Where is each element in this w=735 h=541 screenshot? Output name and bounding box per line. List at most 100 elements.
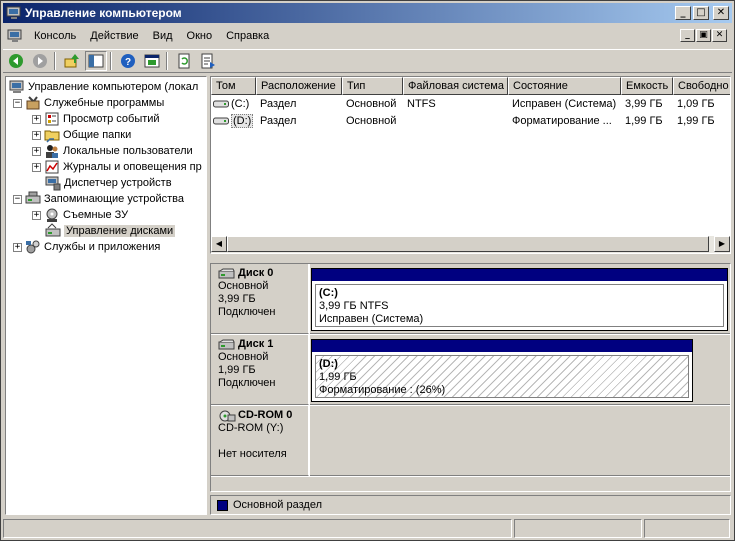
menu-window[interactable]: Окно (180, 30, 220, 42)
console-window-icon[interactable] (7, 29, 23, 43)
cdrom-0-name: CD-ROM 0 (218, 409, 304, 422)
expand-toggle[interactable]: + (32, 210, 41, 220)
show-hide-tree-button[interactable] (85, 51, 107, 71)
close-button[interactable]: ✕ (713, 6, 729, 20)
column-type[interactable]: Тип (342, 77, 403, 95)
minimize-button[interactable]: _ (675, 6, 691, 20)
expand-toggle[interactable]: + (32, 146, 41, 156)
partition-c-body: (C:) 3,99 ГБ NTFS Исправен (Система) (315, 284, 724, 327)
volume-cell: (D:) (211, 114, 256, 128)
tree-item-services-apps[interactable]: + Службы и приложения (13, 239, 160, 255)
partition-c-label: (C:) (319, 287, 338, 299)
cdrom-0-info[interactable]: CD-ROM 0 CD-ROM (Y:) Нет носителя (211, 406, 309, 476)
forward-button[interactable] (29, 51, 51, 71)
expand-toggle[interactable]: + (32, 114, 41, 124)
column-free-space[interactable]: Свободно (673, 77, 730, 95)
disk-view-bottom (211, 477, 730, 491)
partition-d-detail: 1,99 ГБ (319, 371, 357, 383)
properties-icon (144, 54, 160, 68)
partition-d-body: (D:) 1,99 ГБ Форматирование : (26%) (315, 355, 689, 398)
primary-partition-swatch (217, 499, 228, 511)
tree-item-storage[interactable]: − Запоминающие устройства (13, 191, 184, 207)
tree-item-removable-storage[interactable]: + Съемные ЗУ (32, 207, 128, 223)
column-file-system[interactable]: Файловая система (403, 77, 508, 95)
maximize-button[interactable]: □ (693, 6, 709, 20)
partition-c[interactable]: (C:) 3,99 ГБ NTFS Исправен (Система) (311, 268, 728, 331)
device-manager-icon (45, 175, 61, 191)
menu-console[interactable]: Консоль (27, 30, 83, 42)
window-title: Управление компьютером (25, 6, 182, 20)
tree-item-root[interactable]: Управление компьютером (локал (9, 79, 198, 95)
help-button[interactable]: ? (117, 51, 139, 71)
menu-action[interactable]: Действие (83, 30, 145, 42)
volume-cell: (C:) (211, 98, 256, 110)
menu-help[interactable]: Справка (219, 30, 276, 42)
collapse-toggle[interactable]: − (13, 98, 22, 108)
disk-1-partitions: (D:) 1,99 ГБ Форматирование : (26%) (310, 335, 730, 405)
table-row[interactable]: (C:) Раздел Основной NTFS Исправен (Сист… (211, 96, 730, 112)
tree-item-logs-alerts[interactable]: + Журналы и оповещения пр (32, 159, 202, 175)
layout-cell: Раздел (260, 98, 297, 110)
collapse-toggle[interactable]: − (13, 194, 22, 204)
export-list-button[interactable] (197, 51, 219, 71)
users-icon (44, 143, 60, 159)
disk-0-state: Подключен (218, 306, 276, 318)
volume-list[interactable]: Том Расположение Тип Файловая система Со… (210, 76, 731, 254)
scroll-thumb[interactable] (227, 236, 709, 252)
toolbar-separator (110, 52, 112, 70)
partition-d-status: Форматирование : (26%) (319, 384, 446, 396)
partition-c-status: Исправен (Система) (319, 313, 424, 325)
expand-toggle[interactable]: + (32, 162, 41, 172)
column-status[interactable]: Состояние (508, 77, 621, 95)
show-hide-tree-icon (88, 54, 104, 68)
tree-item-local-users[interactable]: + Локальные пользователи (32, 143, 193, 159)
properties-button[interactable] (141, 51, 163, 71)
child-close-button[interactable]: ✕ (712, 29, 727, 42)
tree-item-device-manager[interactable]: Диспетчер устройств (45, 175, 172, 191)
disk-0-info[interactable]: Диск 0 Основной 3,99 ГБ Подключен (211, 264, 309, 334)
up-level-icon (64, 54, 79, 68)
type-cell: Основной (346, 98, 397, 110)
computer-management-icon (6, 6, 21, 19)
layout-cell: Раздел (260, 115, 297, 127)
menu-view[interactable]: Вид (146, 30, 180, 42)
status-pane-main (3, 519, 512, 538)
back-icon (9, 54, 23, 68)
horizontal-scrollbar[interactable]: ◀ ▶ (211, 236, 730, 253)
status-cell: Форматирование ... (512, 115, 612, 127)
disk-graphical-view[interactable]: Диск 0 Основной 3,99 ГБ Подключен (C:) 3… (210, 263, 731, 492)
back-button[interactable] (5, 51, 27, 71)
child-restore-button[interactable]: ▣ (696, 29, 711, 42)
disk-0-partitions: (C:) 3,99 ГБ NTFS Исправен (Система) (310, 264, 730, 334)
tree-item-event-viewer[interactable]: + Просмотр событий (32, 111, 160, 127)
expand-toggle[interactable]: + (32, 130, 41, 140)
forward-icon (33, 54, 47, 68)
tree-item-utilities[interactable]: − Служебные программы (13, 95, 164, 111)
child-minimize-button[interactable]: _ (680, 29, 695, 42)
tree-item-shared-folders[interactable]: + Общие папки (32, 127, 131, 143)
legend-primary-label: Основной раздел (233, 499, 322, 511)
scroll-right-button[interactable]: ▶ (714, 236, 730, 252)
partition-d[interactable]: (D:) 1,99 ГБ Форматирование : (26%) (311, 339, 693, 402)
tree-label: Журналы и оповещения пр (63, 161, 202, 173)
expand-toggle[interactable]: + (13, 242, 22, 252)
tree-label: Просмотр событий (63, 113, 160, 125)
table-row[interactable]: (D:) Раздел Основной Форматирование ... … (211, 113, 730, 129)
disk-1-name: Диск 1 (218, 338, 304, 351)
title-bar[interactable]: Управление компьютером _ □ ✕ (3, 3, 732, 23)
column-layout[interactable]: Расположение (256, 77, 342, 95)
free-space-cell: 1,99 ГБ (677, 115, 715, 127)
column-volume[interactable]: Том (211, 77, 256, 95)
primary-partition-bar (312, 340, 692, 352)
console-tree[interactable]: Управление компьютером (локал − Служебны… (5, 76, 207, 515)
legend: Основной раздел (210, 495, 731, 515)
column-capacity[interactable]: Емкость (621, 77, 673, 95)
tree-label: Запоминающие устройства (44, 193, 185, 205)
tree-item-disk-management[interactable]: Управление дисками (45, 223, 176, 239)
up-level-button[interactable] (61, 51, 83, 71)
scroll-left-button[interactable]: ◀ (211, 236, 227, 252)
svg-text:?: ? (125, 57, 131, 68)
refresh-button[interactable] (173, 51, 195, 71)
disk-0-kind: Основной (218, 280, 269, 292)
disk-1-info[interactable]: Диск 1 Основной 1,99 ГБ Подключен (211, 335, 309, 405)
